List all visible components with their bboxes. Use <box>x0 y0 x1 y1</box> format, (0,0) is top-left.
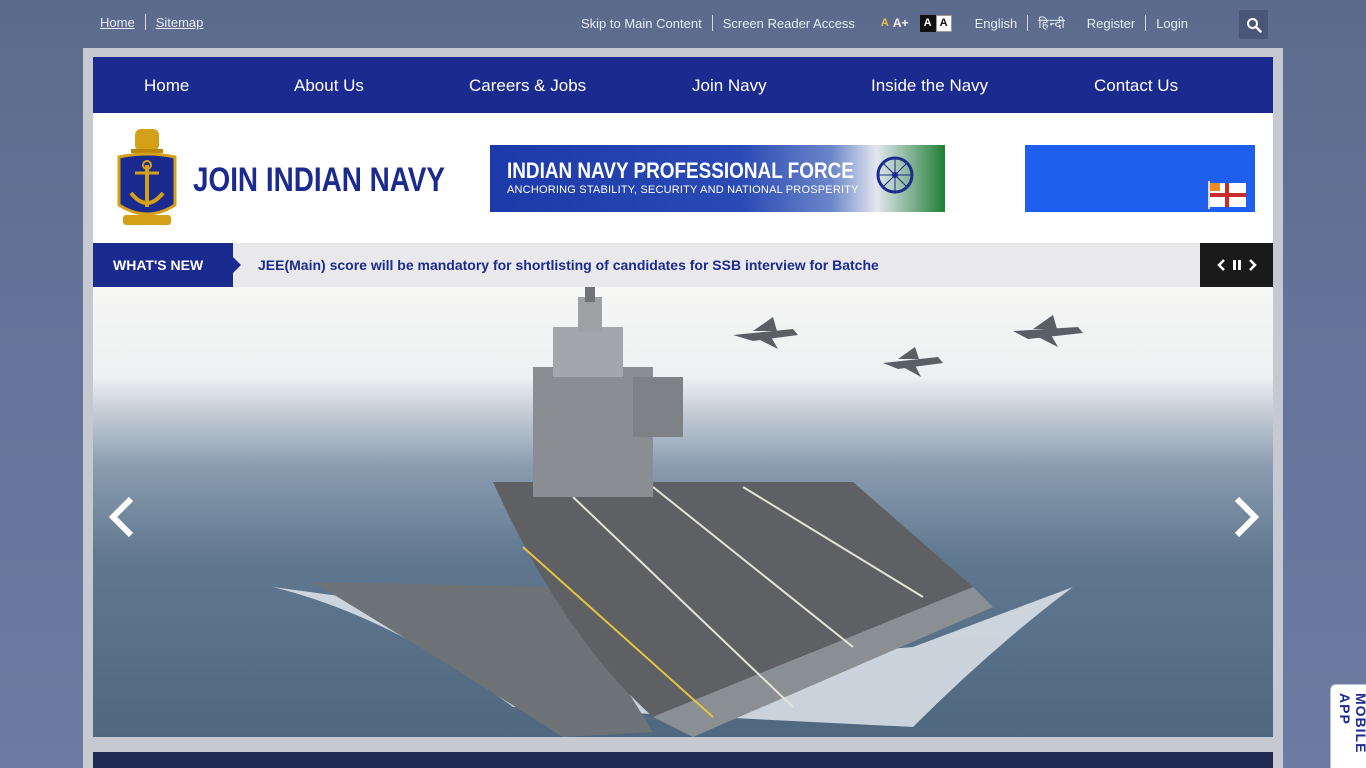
english-language-link[interactable]: English <box>975 16 1018 31</box>
professional-force-banner[interactable]: INDIAN NAVY PROFESSIONAL FORCE ANCHORING… <box>490 145 945 212</box>
search-button[interactable] <box>1239 10 1268 39</box>
main-nav: Home About Us Careers & Jobs Join Navy I… <box>93 57 1273 113</box>
mobile-app-label: MOBILE APP <box>1337 693 1366 754</box>
top-left-links: Home Sitemap <box>100 14 203 30</box>
contrast-toggle: A A <box>919 14 952 32</box>
nav-item-careers-jobs[interactable]: Careers & Jobs <box>469 76 586 96</box>
banner-subtitle: ANCHORING STABILITY, SECURITY AND NATION… <box>507 184 859 196</box>
search-icon <box>1246 17 1262 33</box>
screen-reader-link[interactable]: Screen Reader Access <box>723 16 855 31</box>
top-right-links: Skip to Main Content Screen Reader Acces… <box>581 14 1188 32</box>
site-title[interactable]: JOIN INDIAN NAVY <box>193 161 445 200</box>
whats-new-label: WHAT'S NEW <box>93 243 241 287</box>
navy-crest-logo[interactable] <box>115 127 179 229</box>
banner-title: INDIAN NAVY PROFESSIONAL FORCE <box>507 158 854 183</box>
dark-contrast-button[interactable]: A <box>919 14 936 32</box>
hero-carousel <box>93 287 1273 737</box>
register-link[interactable]: Register <box>1087 16 1135 31</box>
ticker-prev-icon[interactable] <box>1216 259 1226 271</box>
home-link[interactable]: Home <box>100 15 135 30</box>
font-size-increase-button[interactable]: A+ <box>893 16 909 30</box>
nav-item-home[interactable]: Home <box>144 76 189 96</box>
divider <box>1027 15 1029 31</box>
login-link[interactable]: Login <box>1156 16 1188 31</box>
naval-ensign-flag-icon <box>1208 181 1246 209</box>
nav-item-contact-us[interactable]: Contact Us <box>1094 76 1178 96</box>
font-size-decrease-button[interactable]: A <box>881 17 889 29</box>
main-container: Home About Us Careers & Jobs Join Navy I… <box>83 48 1283 768</box>
ticker-news-link[interactable]: JEE(Main) score will be mandatory for sh… <box>258 257 878 273</box>
below-hero-strip <box>93 752 1273 768</box>
divider <box>711 15 713 31</box>
navy-flag-banner[interactable] <box>1025 145 1255 212</box>
ticker-pause-icon[interactable] <box>1232 259 1242 271</box>
ashoka-chakra-icon <box>876 156 914 194</box>
nav-item-about-us[interactable]: About Us <box>294 76 364 96</box>
nav-item-inside-the-navy[interactable]: Inside the Navy <box>871 76 988 96</box>
carousel-prev-arrow[interactable] <box>105 495 139 539</box>
skip-to-main-link[interactable]: Skip to Main Content <box>581 16 702 31</box>
site-header: JOIN INDIAN NAVY INDIAN NAVY PROFESSIONA… <box>93 113 1273 243</box>
carousel-next-arrow[interactable] <box>1229 495 1263 539</box>
top-utility-bar: Home Sitemap Skip to Main Content Screen… <box>0 0 1366 46</box>
divider <box>144 14 146 30</box>
mobile-app-tab[interactable]: MOBILE APP <box>1330 684 1366 768</box>
aircraft-carrier-image <box>273 287 1083 737</box>
hindi-language-link[interactable]: हिन्दी <box>1038 14 1066 32</box>
whats-new-ticker: WHAT'S NEW JEE(Main) score will be manda… <box>93 243 1273 287</box>
divider <box>1145 15 1147 31</box>
ticker-controls <box>1200 243 1273 287</box>
sitemap-link[interactable]: Sitemap <box>156 15 204 30</box>
light-contrast-button[interactable]: A <box>935 14 952 32</box>
nav-item-join-navy[interactable]: Join Navy <box>692 76 767 96</box>
ticker-next-icon[interactable] <box>1248 259 1258 271</box>
